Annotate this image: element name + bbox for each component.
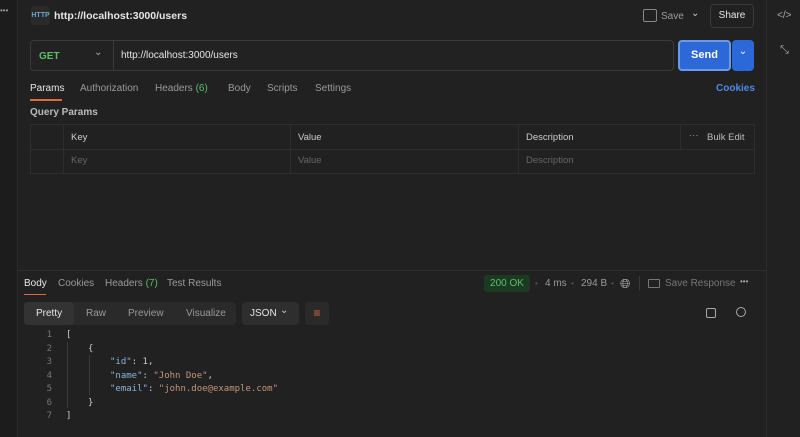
line-number: 7 [46,411,52,421]
globe-icon[interactable]: 🌐︎ [620,276,630,292]
save-dropdown-chevron-icon[interactable]: ⌄ [691,8,699,19]
query-params-title: Query Params [30,107,98,118]
bulk-edit-button[interactable]: Bulk Edit [707,132,745,143]
url-input[interactable] [121,47,661,64]
line-number: 2 [46,344,52,354]
save-response-button[interactable]: Save Response [665,278,736,289]
tab-label: Headers [105,278,143,289]
method-select[interactable]: GET [39,51,60,62]
tab-label: Headers [155,83,193,94]
method-chevron-icon[interactable]: ⌄ [94,47,102,58]
line-number: 1 [46,330,52,340]
json-bracket: [ [66,330,72,340]
json-brace: } [88,398,94,408]
more-options-icon[interactable]: ••• [740,277,748,286]
line-number: 5 [46,384,52,394]
chevron-down-icon: ⌄ [280,305,289,316]
code-icon[interactable]: </> [777,10,791,21]
view-mode-visualize[interactable]: Visualize [186,308,226,319]
params-table: Key Value Description ··· Bulk Edit Key … [30,124,755,174]
column-header-key: Key [71,132,88,143]
view-mode-preview[interactable]: Preview [128,308,164,319]
view-mode-segmented: Pretty Raw Preview Visualize [24,302,236,325]
response-tab-test-results[interactable]: Test Results [167,278,221,289]
json-value: "John Doe" [153,371,208,381]
response-tab-body[interactable]: Body [24,278,47,289]
response-tab-cookies[interactable]: Cookies [58,278,94,289]
related-arrows-icon[interactable]: ⤡ [780,44,789,57]
tab-body[interactable]: Body [228,83,251,94]
json-brace: { [88,344,94,354]
cookies-link[interactable]: Cookies [716,83,755,94]
format-select[interactable]: JSON ⌄ [242,302,299,325]
tab-headers[interactable]: Headers (6) [155,83,208,94]
column-header-description: Description [526,132,574,143]
active-tab-underline [24,294,46,295]
save-icon [643,9,657,22]
column-header-value: Value [298,132,322,143]
view-mode-raw[interactable]: Raw [86,308,106,319]
status-badge[interactable]: 200 OK [484,275,530,292]
json-value: "john.doe@example.com" [158,384,278,394]
copy-icon[interactable] [706,308,716,318]
response-tab-headers[interactable]: Headers (7) [105,278,158,289]
right-sidebar: </> ⤡ [766,0,800,437]
share-button[interactable]: Share [710,4,754,28]
response-time[interactable]: 4 ms [545,278,567,289]
tab-authorization[interactable]: Authorization [80,83,138,94]
search-icon[interactable] [736,307,746,317]
send-options-chevron-icon[interactable]: ⌄ [732,40,754,71]
key-input[interactable]: Key [71,155,87,166]
line-number: 4 [46,371,52,381]
json-key: "name" [110,371,143,381]
value-input[interactable]: Value [298,155,322,166]
request-title: http://localhost:3000/users [54,10,188,22]
tab-settings[interactable]: Settings [315,83,351,94]
save-button[interactable]: Save [661,11,684,22]
json-key: "id" [110,357,132,367]
more-icon[interactable]: ··· [689,130,699,141]
request-bar: GET ⌄ [30,40,674,71]
format-value: JSON [250,308,277,319]
headers-count: (6) [195,83,208,94]
json-bracket: ] [66,411,72,421]
json-key: "email" [110,384,148,394]
active-tab-underline [30,99,62,101]
response-size[interactable]: 294 B [581,278,607,289]
tab-params[interactable]: Params [30,83,64,94]
send-button[interactable]: Send [678,40,731,71]
view-mode-pretty-label[interactable]: Pretty [36,308,62,319]
http-icon: HTTP [31,6,50,25]
line-number: 6 [46,398,52,408]
wrap-lines-icon[interactable]: ≡ [305,302,329,325]
pane-divider[interactable] [18,270,766,271]
save-response-icon [648,279,660,288]
description-input[interactable]: Description [526,155,574,166]
response-body-code[interactable]: 1 2 3 4 5 6 7 [ { "id": 1, "name": "John… [0,330,766,430]
line-number: 3 [46,357,52,367]
more-icon[interactable]: ••• [0,6,8,15]
headers-count: (7) [145,278,158,289]
tab-scripts[interactable]: Scripts [267,83,298,94]
